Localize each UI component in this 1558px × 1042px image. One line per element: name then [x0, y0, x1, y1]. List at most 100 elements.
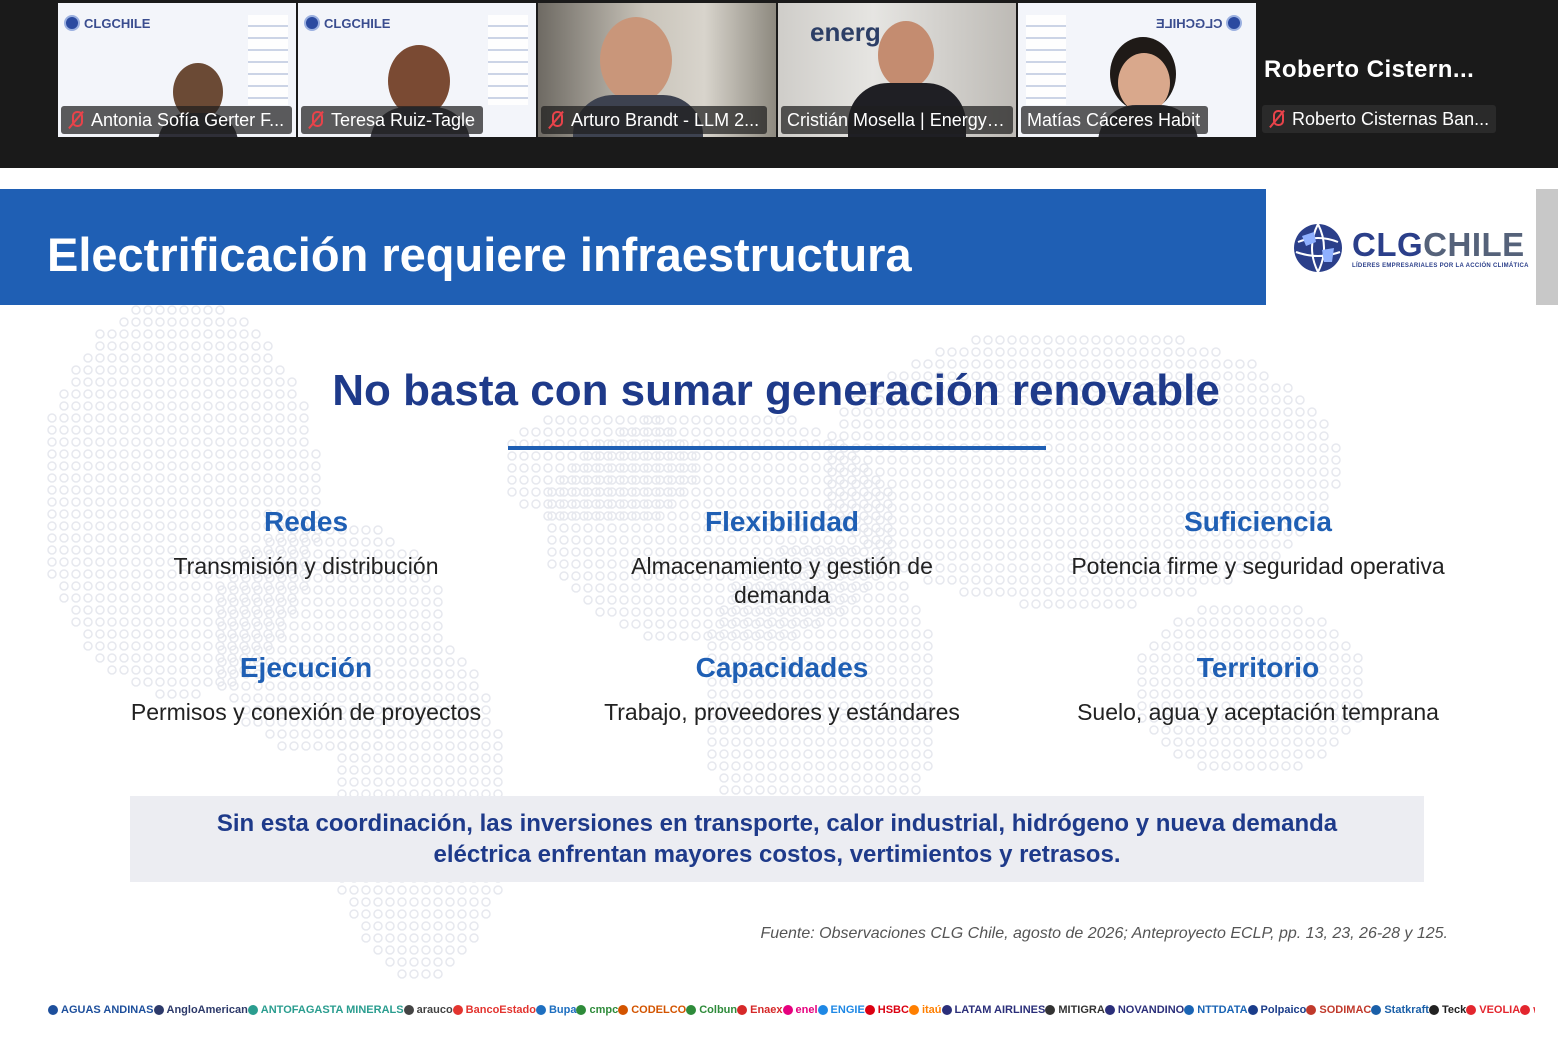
sponsor-mark-icon: [618, 1005, 629, 1015]
sponsor-mark-icon: [1428, 1005, 1439, 1015]
participant-strip: CLGCHILE Antonia Sofía Gerter F... CLGCH…: [0, 0, 1558, 168]
participant-tile[interactable]: energ Cristián Mosella | EnergyL...: [778, 3, 1016, 137]
mic-muted-icon: [547, 110, 565, 130]
item-heading: Suficiencia: [1184, 506, 1332, 537]
item-flexibilidad: Flexibilidad Almacenamiento y gestión de…: [572, 506, 992, 610]
sponsor-logo: ENGIE: [817, 1004, 865, 1016]
item-territorio: Territorio Suelo, agua y aceptación temp…: [1048, 652, 1468, 727]
clg-logo-mini: CLGCHILE: [304, 15, 390, 31]
clg-logo-mini: CLGCHILE: [64, 15, 150, 31]
sponsor-mark-icon: [1466, 1005, 1477, 1015]
sponsor-logo: Enaex: [737, 1004, 783, 1016]
item-ejecucion: Ejecución Permisos y conexión de proyect…: [96, 652, 516, 727]
sponsor-mark-icon: [452, 1005, 463, 1015]
source-note: Fuente: Observaciones CLG Chile, agosto …: [760, 925, 1448, 942]
sponsor-logo: wsp: [1520, 1004, 1535, 1016]
sponsor-mark-icon: [1184, 1005, 1195, 1015]
sponsor-name: Polpaico: [1260, 1004, 1307, 1016]
presenter-name-bar[interactable]: Roberto Cisternas Ban...: [1262, 105, 1496, 133]
sponsor-name: AngloAmerican: [166, 1004, 248, 1016]
sponsor-logo: Polpaico: [1247, 1004, 1307, 1016]
item-heading: Ejecución: [239, 652, 373, 683]
participant-tile[interactable]: CLGCHILE Teresa Ruiz-Tagle: [298, 3, 536, 137]
callout-text: Sin esta coordinación, las inversiones e…: [216, 810, 1338, 868]
item-redes: Redes Transmisión y distribución: [96, 506, 516, 581]
presenter-name: Roberto Cisternas Ban...: [1292, 108, 1490, 129]
sponsor-mark-icon: [153, 1005, 164, 1015]
sponsor-name: NTTDATA: [1197, 1004, 1248, 1016]
sponsor-mark-icon: [1371, 1005, 1382, 1015]
clg-tagline: LÍDERES EMPRESARIALES POR LA ACCIÓN CLIM…: [1352, 262, 1529, 269]
sponsor-name: itaú: [921, 1004, 942, 1016]
clg-wordmark: CLGCHILE: [1352, 225, 1525, 263]
sponsor-name: VEOLIA: [1479, 1004, 1521, 1016]
sponsor-logo: cmpc: [576, 1004, 618, 1016]
sponsor-name: Enaex: [750, 1004, 783, 1016]
item-heading: Redes: [263, 506, 349, 537]
logo-column: [1026, 15, 1066, 105]
mic-muted-icon: [67, 110, 85, 130]
sponsor-mark-icon: [737, 1005, 748, 1015]
sponsor-name: Bupa: [548, 1004, 577, 1016]
logo-column: [248, 15, 288, 105]
participant-tile-speaking[interactable]: CLGCHILE Matías Cáceres Habit: [1018, 3, 1256, 137]
participant-name: Antonia Sofía Gerter F...: [91, 109, 285, 130]
sponsor-logo: itaú: [908, 1004, 942, 1016]
sponsor-mark-icon: [941, 1005, 952, 1015]
item-description: Trabajo, proveedores y estándares: [604, 699, 960, 725]
participant-name-bar: Matías Cáceres Habit: [1021, 106, 1209, 134]
item-suficiencia: Suficiencia Potencia firme y seguridad o…: [1048, 506, 1468, 581]
participant-name-bar: Arturo Brandt - LLM 2...: [541, 106, 768, 134]
participant-head: [600, 17, 672, 103]
sponsor-logo: AngloAmerican: [153, 1004, 248, 1016]
item-capacidades: Capacidades Trabajo, proveedores y están…: [572, 652, 992, 727]
item-heading: Territorio: [1196, 652, 1320, 683]
sponsor-mark-icon: [864, 1005, 875, 1015]
sponsor-name: Colbun: [699, 1004, 738, 1016]
clg-chile-logo: CLGCHILE LÍDERES EMPRESARIALES POR LA AC…: [1292, 222, 1529, 274]
sponsor-name: cmpc: [589, 1004, 619, 1016]
sponsor-name: SODIMAC: [1319, 1004, 1372, 1016]
slide-subtitle: No basta con sumar generación renovable: [332, 366, 1220, 415]
mic-muted-icon: [1268, 109, 1286, 129]
participant-tile[interactable]: CLGCHILE Antonia Sofía Gerter F...: [58, 3, 296, 137]
participant-name: Matías Cáceres Habit: [1027, 109, 1201, 130]
sponsor-name: CODELCO: [631, 1004, 687, 1016]
sponsor-mark-icon: [535, 1005, 546, 1015]
sponsor-logo: AGUAS ANDINAS: [48, 1004, 154, 1016]
item-description: Potencia firme y seguridad operativa: [1071, 553, 1445, 579]
sponsor-logo: CODELCO: [618, 1004, 686, 1016]
sponsor-mark-icon: [817, 1005, 828, 1015]
sponsor-logo: Teck: [1428, 1004, 1467, 1016]
sponsor-name: enel: [795, 1004, 818, 1016]
sponsor-mark-icon: [1045, 1005, 1056, 1015]
sponsor-logo: Statkraft: [1371, 1004, 1429, 1016]
scrollbar-thumb[interactable]: [1536, 189, 1558, 305]
sponsor-name: MITIGRA: [1058, 1004, 1105, 1016]
participant-name: Arturo Brandt - LLM 2...: [571, 109, 760, 130]
sponsor-name: NOVANDINO: [1117, 1004, 1185, 1016]
sponsor-mark-icon: [576, 1005, 587, 1015]
sponsor-mark-icon: [782, 1005, 793, 1015]
logo-column: [488, 15, 528, 105]
sponsor-name: ANTOFAGASTA MINERALS: [260, 1004, 404, 1016]
sponsor-name: Teck: [1441, 1004, 1467, 1016]
title-band: Electrificación requiere infraestructura: [0, 189, 1266, 305]
slide-title: Electrificación requiere infraestructura: [47, 228, 912, 281]
participant-tile[interactable]: Arturo Brandt - LLM 2...: [538, 3, 776, 137]
sponsor-logo: Colbun: [686, 1004, 737, 1016]
participant-name-bar: Teresa Ruiz-Tagle: [301, 106, 484, 134]
participant-head: [878, 21, 934, 89]
sponsor-mark-icon: [247, 1005, 258, 1015]
sponsor-logo: ANTOFAGASTA MINERALS: [247, 1004, 404, 1016]
sponsor-name: arauco: [416, 1004, 453, 1016]
subtitle-underline: [508, 446, 1046, 450]
presenter-display-name: Roberto Cistern...: [1264, 56, 1475, 83]
sponsor-logo: NOVANDINO: [1104, 1004, 1185, 1016]
sponsor-logo: MITIGRA: [1045, 1004, 1105, 1016]
item-heading: Capacidades: [695, 652, 869, 683]
sponsor-name: AGUAS ANDINAS: [61, 1004, 154, 1016]
sponsor-logo: NTTDATA: [1184, 1004, 1248, 1016]
item-description: Permisos y conexión de proyectos: [130, 699, 482, 725]
sponsor-name: BancoEstado: [465, 1004, 536, 1016]
